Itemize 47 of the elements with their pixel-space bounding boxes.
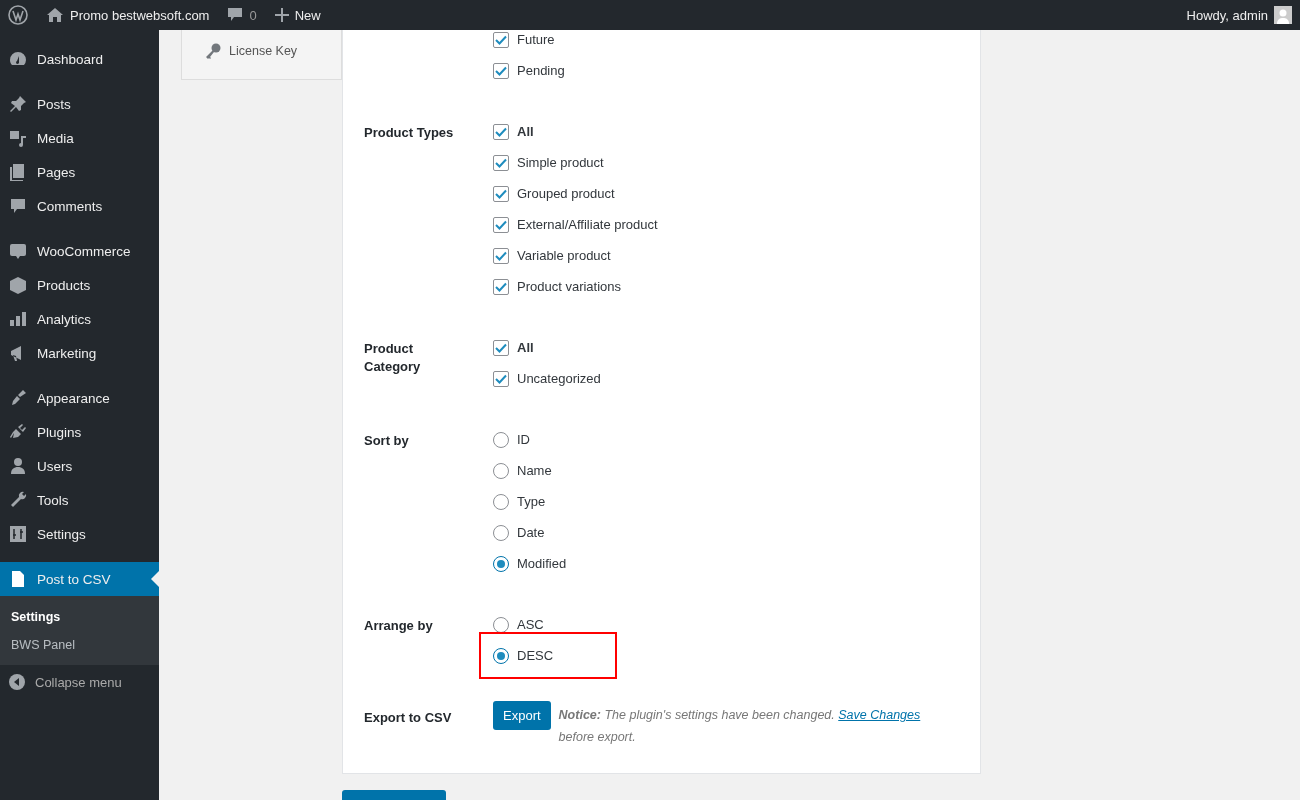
option-label: Simple product — [517, 155, 604, 170]
field-label: Product Types — [364, 124, 454, 142]
menu-item[interactable]: Appearance — [0, 381, 159, 415]
menu-item[interactable]: Posts — [0, 87, 159, 121]
option-label: Type — [517, 494, 546, 509]
option-label: Modified — [517, 556, 567, 571]
collapse-menu[interactable]: Collapse menu — [0, 665, 159, 699]
menu-item[interactable]: Plugins — [0, 415, 159, 449]
greeting[interactable]: Howdy, admin — [1186, 7, 1268, 23]
menu-item[interactable]: Analytics — [0, 302, 159, 336]
notice-text: Notice: The plugin's settings have been changed. Save Changes before export. — [558, 707, 922, 746]
site-link[interactable]: Promo bestwebsoft.com — [70, 7, 210, 23]
option-label: Uncategorized — [517, 371, 601, 386]
menu-item[interactable]: Media — [0, 121, 159, 155]
option-label: All — [517, 340, 534, 355]
menu-item[interactable]: Comments — [0, 189, 159, 223]
option-label: ASC — [517, 617, 544, 632]
option-label: Product variations — [517, 279, 622, 294]
menu-item[interactable]: Post to CSV — [0, 562, 159, 596]
field-label: Export to CSV — [364, 709, 453, 727]
save-changes-link[interactable]: Save Changes — [838, 708, 921, 722]
submenu-item[interactable]: BWS Panel — [0, 631, 159, 659]
option-label: DESC — [517, 648, 554, 663]
option-label: Date — [517, 525, 545, 540]
menu-item[interactable]: Tools — [0, 483, 159, 517]
submenu-item[interactable]: Settings — [0, 603, 159, 631]
option-label: Future — [517, 32, 555, 47]
menu-item[interactable]: Settings — [0, 517, 159, 551]
option-label: Grouped product — [517, 186, 615, 201]
new-link[interactable]: New — [294, 7, 321, 23]
menu-item[interactable]: Pages — [0, 155, 159, 189]
comment-count: 0 — [249, 7, 257, 23]
option-label: ID — [517, 432, 530, 447]
option-label: Variable product — [517, 248, 611, 263]
menu-item[interactable]: Marketing — [0, 336, 159, 370]
option-label: External/Affiliate product — [517, 217, 658, 232]
menu-item[interactable]: Products — [0, 268, 159, 302]
option-label: Name — [517, 463, 552, 478]
field-label: Arrange by — [364, 617, 434, 635]
field-label: Product Category — [364, 340, 422, 376]
option-label: Pending — [517, 63, 565, 78]
menu-item[interactable]: WooCommerce — [0, 234, 159, 268]
menu-item[interactable]: Users — [0, 449, 159, 483]
field-label: Sort by — [364, 432, 410, 450]
option-label: All — [517, 124, 534, 139]
export-button[interactable]: Export — [493, 701, 551, 730]
menu-item[interactable]: Dashboard — [0, 42, 159, 76]
